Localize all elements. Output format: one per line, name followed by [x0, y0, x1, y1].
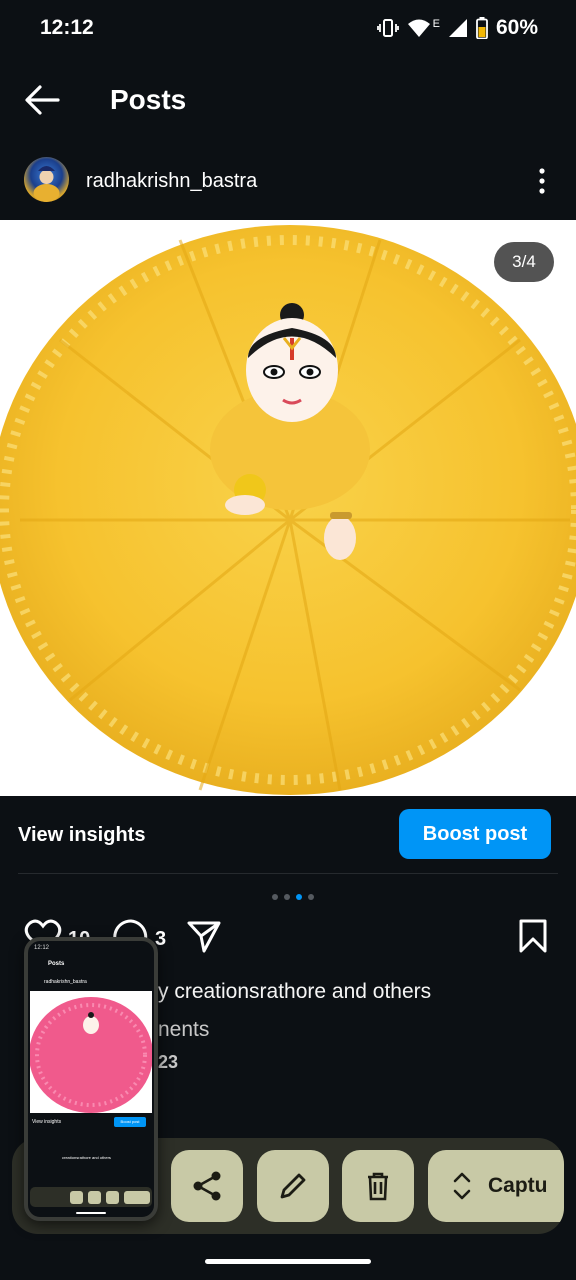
view-insights-link[interactable]: View insights: [18, 824, 145, 847]
thumbnail-delete: [106, 1191, 119, 1204]
delete-icon: [368, 1172, 388, 1201]
share-icon: [193, 1171, 221, 1201]
thumbnail-edit: [88, 1191, 101, 1204]
screenshot-thumbnail[interactable]: 12:12 Posts radhakrishn_bastra View insi…: [24, 937, 158, 1221]
pink-dress-image: [30, 997, 152, 1113]
carousel-dot: [272, 894, 278, 900]
capture-more-button[interactable]: Captu: [428, 1150, 564, 1222]
thumbnail-username: radhakrishn_bastra: [44, 979, 87, 985]
thumbnail-insights: View insights: [32, 1119, 62, 1125]
capture-label: Captu: [488, 1174, 548, 1197]
share-send-icon[interactable]: [186, 918, 222, 954]
post-date: 23: [158, 1052, 179, 1072]
status-icons: E 60%: [376, 16, 538, 40]
vibrate-icon: [376, 19, 399, 37]
network-type: E: [432, 18, 440, 30]
thumbnail-home-indicator: [76, 1212, 106, 1214]
divider: [18, 873, 558, 874]
boost-post-button[interactable]: Boost post: [399, 809, 551, 859]
more-options-icon[interactable]: [530, 167, 554, 195]
status-time: 12:12: [40, 16, 94, 39]
status-bar: 12:12 E 60%: [0, 0, 576, 56]
expand-icon: [453, 1172, 471, 1200]
delete-button[interactable]: [342, 1150, 414, 1222]
insights-row: View insights Boost post: [0, 800, 576, 874]
app-header: Posts: [0, 64, 576, 134]
carousel-dot: [308, 894, 314, 900]
post-username[interactable]: radhakrishn_bastra: [86, 170, 257, 193]
thumbnail-liked-by: creationsrathore and others: [62, 1155, 111, 1160]
thumbnail-toolbar: [30, 1187, 152, 1207]
battery-icon: [476, 17, 488, 39]
krishna-dress-image: [0, 225, 576, 795]
wifi-icon: [407, 19, 430, 37]
carousel-dots: [272, 894, 314, 900]
page-indicator: 3/4: [494, 242, 554, 282]
bookmark-icon[interactable]: [518, 918, 548, 954]
avatar[interactable]: [24, 157, 69, 202]
page-title: Posts: [110, 84, 187, 115]
thumbnail-status-time: 12:12: [34, 945, 50, 951]
thumbnail-boost: Boost post: [114, 1117, 146, 1127]
thumbnail-image: [30, 991, 152, 1113]
carousel-dot: [284, 894, 290, 900]
share-button[interactable]: [171, 1150, 243, 1222]
arrow-left-icon[interactable]: [22, 80, 62, 120]
edit-button[interactable]: [257, 1150, 329, 1222]
post-header: radhakrishn_bastra: [0, 150, 576, 212]
thumbnail-capture: [124, 1191, 150, 1204]
carousel-dot-active: [296, 894, 302, 900]
thumbnail-share: [70, 1191, 83, 1204]
avatar-image: [33, 166, 60, 202]
battery-percent: 60%: [495, 16, 538, 39]
post-image[interactable]: [0, 220, 576, 796]
edit-icon: [280, 1173, 306, 1199]
liked-by-text[interactable]: y creationsrathore and others: [158, 980, 431, 1004]
thumbnail-title: Posts: [48, 961, 65, 967]
view-comments-link[interactable]: nents: [158, 1018, 209, 1042]
signal-icon: [448, 19, 467, 37]
home-indicator[interactable]: [205, 1259, 371, 1264]
